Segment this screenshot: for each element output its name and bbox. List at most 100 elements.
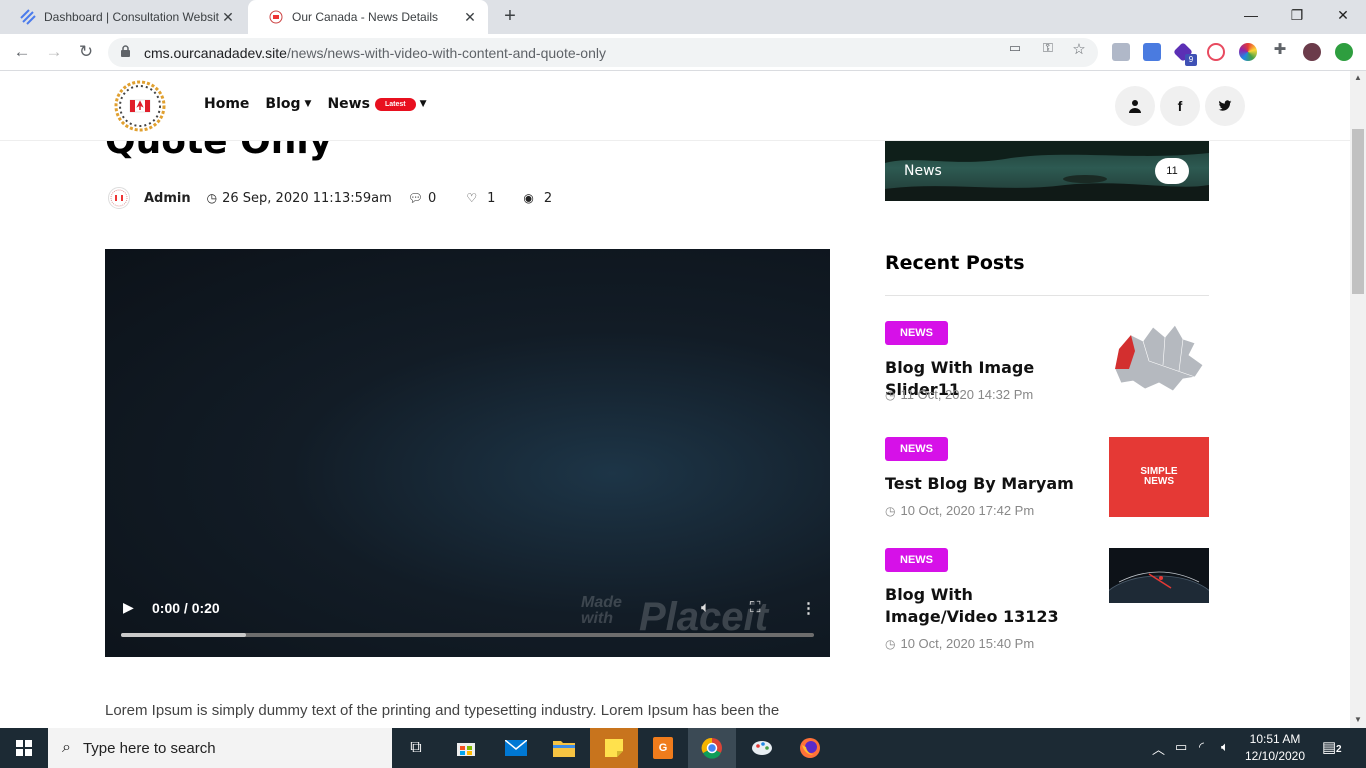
post-tag[interactable]: NEWS	[885, 437, 948, 461]
page-scrollbar[interactable]: ▲ ▼	[1350, 71, 1366, 728]
more-options-icon[interactable]: ⋮	[801, 599, 816, 617]
sticky-notes-icon[interactable]	[590, 728, 638, 768]
tab-close-icon[interactable]: ✕	[462, 9, 478, 26]
recent-post-title[interactable]: Test Blog By Maryam	[885, 473, 1090, 495]
eye-icon: ◉	[523, 191, 534, 205]
minimize-icon[interactable]: —	[1228, 0, 1274, 30]
widget-divider	[885, 295, 1209, 296]
tab-title: Dashboard | Consultation Websit	[44, 10, 219, 24]
firefox-icon[interactable]	[786, 728, 834, 768]
video-watermark: Made with Placeit	[581, 595, 768, 640]
volume-muted-icon[interactable]: 🔈︎	[1221, 739, 1229, 755]
task-view-icon[interactable]: ⧉	[392, 728, 440, 768]
nav-label: Home	[204, 96, 250, 112]
clock-icon: ◷	[206, 191, 218, 205]
battery-icon[interactable]: ▭	[1175, 739, 1187, 755]
key-icon[interactable]: ⚿	[1038, 40, 1058, 58]
new-tab-icon[interactable]: +	[498, 5, 522, 29]
chrome-icon[interactable]	[688, 728, 736, 768]
tray-chevron-icon[interactable]: ︿	[1152, 739, 1165, 758]
site-header: Home Blog ▼ News Latest ▼ f	[0, 71, 1350, 141]
recent-post-date: ◷ 11 Oct, 2020 14:32 Pm	[885, 387, 1033, 402]
play-icon[interactable]: ▶	[123, 599, 134, 616]
scroll-up-icon[interactable]: ▲	[1354, 73, 1362, 82]
recent-post-item[interactable]: NEWS Test Blog By Maryam ◷ 10 Oct, 2020 …	[885, 437, 1209, 537]
post-tag[interactable]: NEWS	[885, 548, 948, 572]
window-close-icon[interactable]: ✕	[1320, 0, 1366, 30]
dashboard-favicon-icon	[20, 9, 36, 25]
recent-post-date-text: 11 Oct, 2020 14:32 Pm	[900, 387, 1034, 402]
user-icon[interactable]	[1115, 86, 1155, 126]
category-count: 11	[1155, 158, 1189, 184]
extension-circle-icon[interactable]	[1207, 43, 1225, 61]
twitter-icon[interactable]	[1205, 86, 1245, 126]
recent-post-item[interactable]: NEWS Blog With Image Slider11 ◷ 11 Oct, …	[885, 321, 1209, 421]
video-player[interactable]: Made with Placeit ▶ 0:00 / 0:20 🔈︎ ⛶ ⋮	[105, 249, 830, 657]
extensions-puzzle-icon[interactable]: ✚	[1270, 40, 1290, 58]
taskbar-search[interactable]: ⌕ Type here to search	[48, 728, 392, 768]
facebook-icon[interactable]: f	[1160, 86, 1200, 126]
tab-close-icon[interactable]: ✕	[220, 9, 236, 26]
post-tag[interactable]: NEWS	[885, 321, 948, 345]
like-count[interactable]: ♡ 1	[466, 191, 495, 206]
recent-post-date: ◷ 10 Oct, 2020 15:40 Pm	[885, 636, 1034, 651]
address-bar[interactable]: cms.ourcanadadev.site /news/news-with-vi…	[108, 38, 1098, 67]
clock-date: 12/10/2020	[1244, 749, 1306, 763]
tab-dashboard[interactable]: Dashboard | Consultation Websit ✕	[0, 0, 246, 34]
comment-count-text: 0	[428, 190, 437, 206]
translate-extension-icon[interactable]	[1143, 43, 1161, 61]
heart-icon: ♡	[466, 191, 478, 205]
cast-icon[interactable]: ▭	[1005, 40, 1025, 58]
windows-start-icon[interactable]	[0, 728, 48, 768]
recent-post-title[interactable]: Blog With Image/Video 13123	[885, 584, 1090, 628]
comment-icon: 💬︎	[407, 191, 424, 205]
page-content: Quote Only Admin ◷ 26 Sep, 2020 11:13:59…	[0, 141, 1350, 728]
profile-avatar[interactable]	[1303, 43, 1321, 61]
video-progress-bar[interactable]	[121, 633, 814, 637]
author-name[interactable]: Admin	[144, 191, 191, 206]
tab-our-canada[interactable]: Our Canada - News Details ✕	[248, 0, 488, 34]
svg-text:G: G	[659, 742, 668, 754]
browser-toolbar: ← → ↻ cms.ourcanadadev.site /news/news-w…	[0, 34, 1366, 71]
comment-count[interactable]: 💬︎ 0	[408, 191, 437, 206]
bookmark-star-icon[interactable]: ☆	[1069, 40, 1089, 58]
recent-post-item[interactable]: NEWS Blog With Image/Video 13123 ◷ 10 Oc…	[885, 548, 1220, 668]
category-card-news[interactable]: News 11	[885, 141, 1209, 201]
store-icon[interactable]	[442, 728, 490, 768]
mail-icon[interactable]	[492, 728, 540, 768]
forward-icon[interactable]: →	[42, 40, 66, 64]
volume-icon[interactable]: 🔈︎	[701, 599, 710, 616]
taskbar-clock[interactable]: 10:51 AM 12/10/2020	[1240, 731, 1310, 765]
canada-map-thumbnail[interactable]	[1109, 321, 1209, 412]
search-placeholder: Type here to search	[82, 739, 216, 757]
reload-icon[interactable]: ↻	[74, 40, 98, 64]
scrollbar-thumb[interactable]	[1352, 129, 1364, 294]
wifi-icon[interactable]: ◜	[1199, 739, 1204, 755]
restore-icon[interactable]: ❐	[1274, 0, 1320, 30]
lock-icon	[120, 44, 134, 61]
simple-news-thumbnail[interactable]: SIMPLE NEWS	[1109, 437, 1209, 517]
action-center-icon[interactable]: ▤	[1322, 738, 1336, 756]
fullscreen-icon[interactable]: ⛶	[750, 599, 761, 616]
color-wheel-extension-icon[interactable]	[1239, 43, 1257, 61]
nav-blog[interactable]: Blog ▼	[265, 96, 311, 112]
recent-post-date: ◷ 10 Oct, 2020 17:42 Pm	[885, 503, 1034, 518]
site-logo[interactable]	[113, 79, 167, 133]
thumb-text: NEWS	[1144, 476, 1174, 487]
globe-thumbnail[interactable]	[1098, 548, 1220, 641]
nav-news[interactable]: News Latest ▼	[327, 96, 426, 112]
back-icon[interactable]: ←	[10, 40, 34, 64]
pdf-app-icon[interactable]: G	[639, 728, 687, 768]
tab-title: Our Canada - News Details	[292, 10, 439, 24]
nav-label: Blog	[265, 96, 301, 112]
post-body: Lorem Ipsum is simply dummy text of the …	[105, 702, 780, 719]
extension-photo-icon[interactable]	[1112, 43, 1130, 61]
paint-app-icon[interactable]	[738, 728, 786, 768]
chevron-down-icon: ▼	[419, 99, 427, 109]
scroll-down-icon[interactable]: ▼	[1354, 715, 1362, 724]
nav-label: News	[327, 96, 370, 112]
watermark-text: with	[581, 610, 613, 627]
nav-home[interactable]: Home	[204, 96, 249, 112]
file-explorer-icon[interactable]	[540, 728, 588, 768]
update-icon[interactable]	[1335, 43, 1353, 61]
